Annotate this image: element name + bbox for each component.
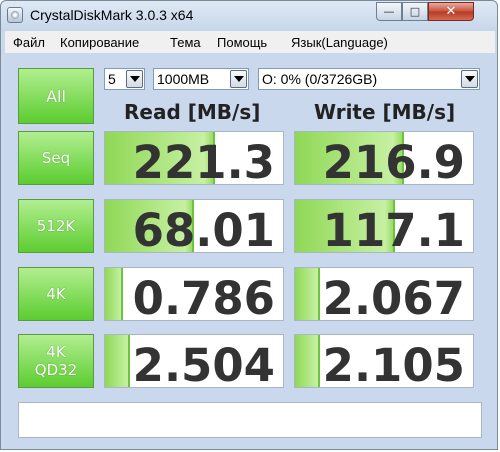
4k-write-bar <box>295 268 320 320</box>
chevron-down-icon[interactable] <box>126 70 143 88</box>
4k-qd32-write-bar <box>295 335 320 387</box>
4k-qd32-read-value: 2.504 <box>132 339 275 388</box>
4k-qd32-button[interactable]: 4K QD32 <box>18 334 94 388</box>
4k-qd32-label-line1: 4K <box>46 343 66 361</box>
test-count-value: 5 <box>108 71 116 87</box>
chevron-down-icon[interactable] <box>461 70 478 88</box>
write-header: Write [MB/s] <box>314 100 456 124</box>
test-size-value: 1000MB <box>157 71 210 87</box>
4k-qd32-read-bar <box>105 335 130 387</box>
seq-button-label: Seq <box>41 149 71 167</box>
seq-button[interactable]: Seq <box>18 131 94 185</box>
512k-read-value: 68.01 <box>132 204 275 253</box>
status-box <box>18 402 482 438</box>
chevron-down-icon[interactable] <box>230 70 247 88</box>
4k-qd32-read-cell: 2.504 <box>104 334 284 388</box>
512k-button[interactable]: 512K <box>18 199 94 253</box>
4k-read-cell: 0.786 <box>104 267 284 321</box>
4k-write-value: 2.067 <box>322 272 465 321</box>
all-button[interactable]: All <box>18 68 94 124</box>
4k-button[interactable]: 4K <box>18 267 94 321</box>
4k-qd32-label-line2: QD32 <box>34 361 78 379</box>
4k-button-label: 4K <box>46 285 66 303</box>
4k-read-bar <box>105 268 123 320</box>
seq-write-cell: 216.9 <box>294 131 474 185</box>
4k-qd32-write-value: 2.105 <box>322 339 465 388</box>
drive-select[interactable]: O: 0% (0/3726GB) <box>258 68 480 90</box>
512k-read-cell: 68.01 <box>104 199 284 253</box>
seq-write-value: 216.9 <box>322 136 465 185</box>
all-button-label: All <box>46 86 66 106</box>
512k-write-cell: 117.1 <box>294 199 474 253</box>
seq-read-cell: 221.3 <box>104 131 284 185</box>
read-header: Read [MB/s] <box>124 100 261 124</box>
main-panel: All 5 1000MB O: 0% (0/3726GB) Read [MB/s… <box>0 0 500 452</box>
drive-value: O: 0% (0/3726GB) <box>262 71 378 87</box>
test-size-select[interactable]: 1000MB <box>153 68 249 90</box>
test-count-select[interactable]: 5 <box>104 68 145 90</box>
512k-button-label: 512K <box>36 217 76 235</box>
512k-write-value: 117.1 <box>322 204 465 253</box>
4k-qd32-write-cell: 2.105 <box>294 334 474 388</box>
4k-write-cell: 2.067 <box>294 267 474 321</box>
seq-read-value: 221.3 <box>132 136 275 185</box>
4k-read-value: 0.786 <box>132 272 275 321</box>
